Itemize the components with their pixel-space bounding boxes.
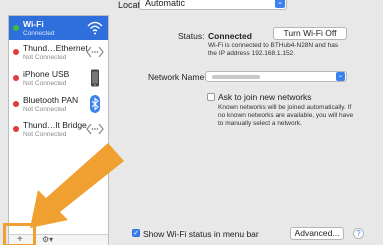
service-item-bluetooth-pan[interactable]: Bluetooth PAN Not Connected	[9, 92, 108, 116]
service-status: Not Connected	[23, 54, 67, 61]
network-name-label: Network Name:	[148, 72, 207, 82]
service-status: Not Connected	[23, 106, 67, 113]
chevron-updown-icon: ⌄	[336, 72, 345, 81]
ask-join-label: Ask to join new networks	[218, 92, 312, 102]
chevron-updown-icon: ⌄	[275, 0, 285, 8]
service-status: Not Connected	[23, 131, 67, 138]
ethernet-arrows-icon	[86, 46, 104, 58]
status-detail-line1: Wi-Fi is connected to BTHub4-N28N and ha…	[208, 42, 339, 49]
help-button[interactable]: ?	[353, 228, 364, 239]
advanced-button[interactable]: Advanced...	[290, 227, 344, 240]
bluetooth-icon	[90, 95, 100, 113]
service-item-thunderbolt-bridge[interactable]: Thund…lt Bridge Not Connected	[9, 117, 108, 141]
service-item-iphone-usb[interactable]: iPhone USB Not Connected	[9, 66, 108, 90]
ask-join-help-line3: to manually select a network.	[218, 120, 302, 127]
status-dot-icon	[13, 75, 19, 81]
gear-menu-button[interactable]: ⚙▾	[42, 234, 53, 245]
status-detail-line2: the IP address 192.168.1.152.	[208, 50, 295, 57]
ask-join-help-line2: no known networks are available, you wil…	[218, 112, 354, 119]
status-value: Connected	[208, 31, 252, 41]
show-wifi-status-label: Show Wi-Fi status in menu bar	[143, 229, 259, 239]
service-name: Thund…lt Bridge	[23, 120, 87, 130]
iphone-icon	[91, 69, 99, 87]
service-status: Not Connected	[23, 80, 67, 87]
turn-wifi-off-button[interactable]: Turn Wi-Fi Off	[273, 27, 347, 40]
ask-join-help-line1: Known networks will be joined automatica…	[218, 104, 352, 111]
service-name: iPhone USB	[23, 69, 70, 79]
service-name: Bluetooth PAN	[23, 95, 79, 105]
ask-join-checkbox[interactable]	[207, 93, 215, 101]
network-name-redacted	[212, 75, 260, 79]
location-select[interactable]: Automatic ⌄	[139, 0, 287, 10]
service-name: Wi-Fi	[23, 19, 44, 29]
location-bar: Location: Automatic ⌄	[0, 0, 383, 14]
status-label: Status:	[178, 31, 205, 41]
status-dot-icon	[13, 25, 19, 31]
wifi-icon	[87, 21, 103, 35]
location-value: Automatic	[145, 0, 186, 8]
network-service-list: Wi-Fi Connected Thund…Ethernet Not Conne…	[8, 15, 109, 235]
status-dot-icon	[13, 101, 19, 107]
service-item-thunderbolt-ethernet[interactable]: Thund…Ethernet Not Connected	[9, 40, 108, 64]
service-name: Thund…Ethernet	[23, 43, 88, 53]
highlight-box	[3, 223, 36, 245]
status-dot-icon	[13, 126, 19, 132]
service-status: Connected	[23, 30, 55, 37]
status-dot-icon	[13, 49, 19, 55]
show-wifi-status-checkbox[interactable]: ✓	[132, 229, 140, 237]
service-item-wifi[interactable]: Wi-Fi Connected	[9, 16, 108, 40]
network-name-select[interactable]: ⌄	[205, 71, 347, 82]
ethernet-arrows-icon	[86, 123, 104, 135]
